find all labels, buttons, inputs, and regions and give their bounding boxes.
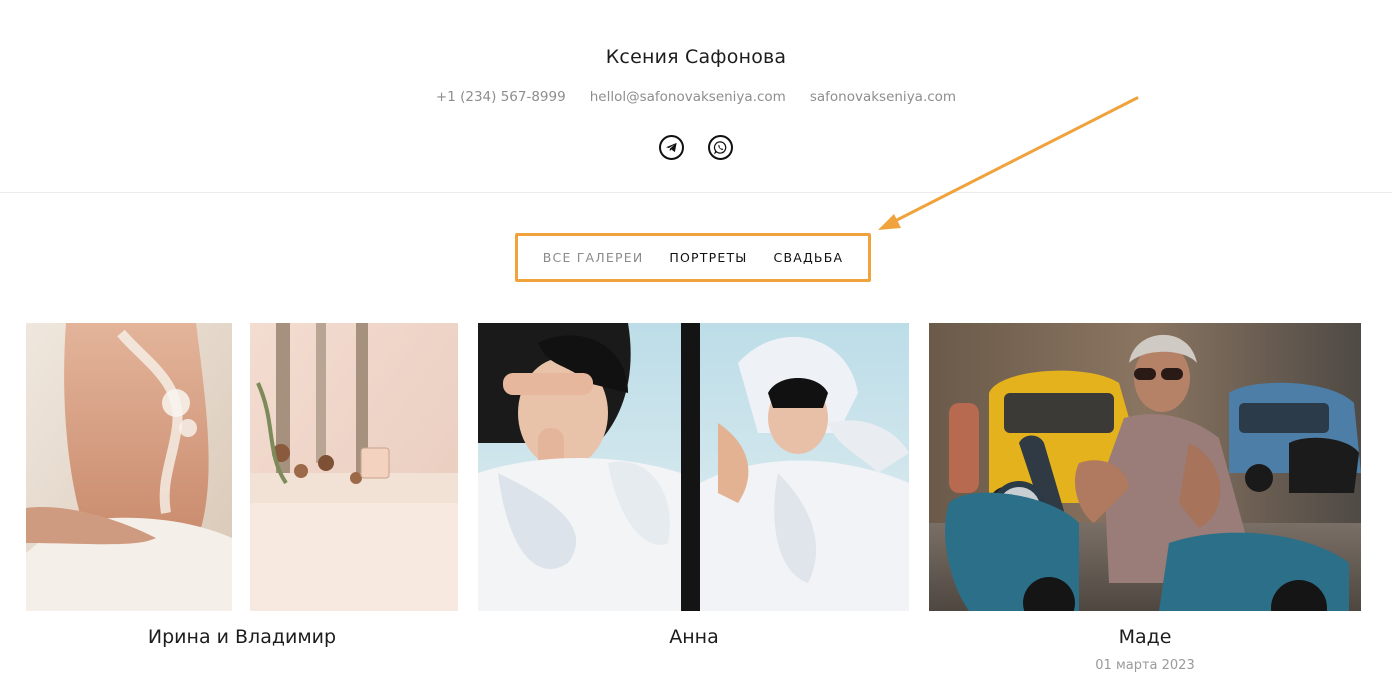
whatsapp-icon: [713, 141, 727, 155]
gallery-cover-image: [478, 323, 909, 611]
telegram-icon: [666, 142, 677, 153]
gallery-card-irina-vladimir[interactable]: [26, 323, 458, 611]
gallery-title-anna[interactable]: Анна: [478, 626, 910, 648]
gallery-card-anna[interactable]: [478, 323, 910, 611]
gallery-title-irina-vladimir[interactable]: Ирина и Владимир: [26, 626, 458, 648]
website-link[interactable]: safonovakseniya.com: [810, 89, 956, 105]
telegram-button[interactable]: [659, 135, 684, 160]
tab-wedding[interactable]: СВАДЬБА: [774, 250, 844, 265]
contact-row: +1 (234) 567-8999 hellol@safonovakseniya…: [0, 89, 1392, 105]
gallery-date-made: 01 марта 2023: [1095, 658, 1195, 673]
page: Ксения Сафонова +1 (234) 567-8999 hellol…: [0, 0, 1392, 687]
gallery-card-made[interactable]: [929, 323, 1361, 611]
social-links: [0, 135, 1392, 160]
whatsapp-button[interactable]: [708, 135, 733, 160]
email-link[interactable]: hellol@safonovakseniya.com: [590, 89, 786, 105]
gallery-title-made[interactable]: Маде: [929, 626, 1361, 648]
gallery-cover-image: [26, 323, 458, 611]
gallery-filter-tabs: ВСЕ ГАЛЕРЕИ ПОРТРЕТЫ СВАДЬБА: [515, 233, 871, 282]
gallery-cover-image: [929, 323, 1361, 611]
site-title[interactable]: Ксения Сафонова: [0, 46, 1392, 68]
phone-link[interactable]: +1 (234) 567-8999: [436, 89, 566, 105]
tab-portraits[interactable]: ПОРТРЕТЫ: [669, 250, 747, 265]
site-header: Ксения Сафонова +1 (234) 567-8999 hellol…: [0, 0, 1392, 193]
tab-all-galleries[interactable]: ВСЕ ГАЛЕРЕИ: [543, 250, 644, 265]
